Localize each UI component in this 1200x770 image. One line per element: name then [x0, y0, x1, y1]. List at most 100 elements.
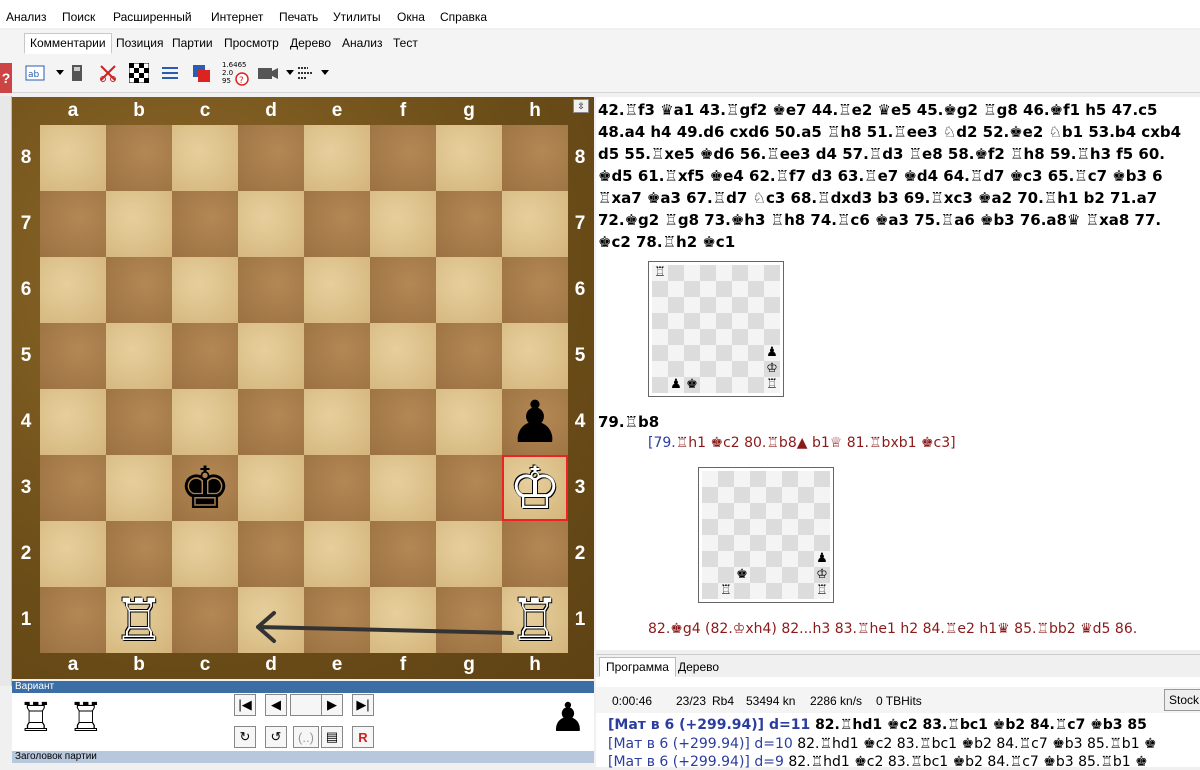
insert-icon[interactable]: (..) — [293, 726, 319, 748]
square-g4[interactable] — [436, 389, 502, 455]
camera-icon[interactable] — [257, 62, 279, 84]
square-d8[interactable] — [238, 125, 304, 191]
square-b5[interactable] — [106, 323, 172, 389]
square-c8[interactable] — [172, 125, 238, 191]
engine-line-2[interactable]: [Мат в 6 (+299.94)] d=10 82.♖hd1 ♚c2 83.… — [608, 736, 1157, 752]
square-d4[interactable] — [238, 389, 304, 455]
tab-view[interactable]: Просмотр — [218, 33, 285, 54]
tab-test[interactable]: Тест — [387, 33, 424, 54]
black-piece-h4[interactable]: ♟ — [502, 389, 568, 455]
menu-utilities[interactable]: Утилиты — [333, 10, 381, 24]
next-move-button[interactable]: ▶ — [321, 694, 343, 716]
square-a1[interactable] — [40, 587, 106, 653]
move-79[interactable]: 79.♖b8 — [598, 413, 659, 431]
square-b8[interactable] — [106, 125, 172, 191]
square-a2[interactable] — [40, 521, 106, 587]
menu-internet[interactable]: Интернет — [211, 10, 263, 24]
notation-line[interactable]: ♚c2 78.♖h2 ♚c1 — [598, 233, 735, 251]
notation-line[interactable]: ♚d5 61.♖xf5 ♚e4 62.♖f7 d3 63.♖e7 ♚d4 64.… — [598, 167, 1163, 185]
eval-icon[interactable]: 1.6465 2.0 95? — [220, 61, 250, 86]
square-e3[interactable] — [304, 455, 370, 521]
notation-line[interactable]: 48.a4 h4 49.d6 cxd6 50.a5 ♖h8 51.♖ee3 ♘d… — [598, 123, 1181, 141]
square-a5[interactable] — [40, 323, 106, 389]
loop-icon[interactable]: ↻ — [234, 726, 256, 748]
square-a7[interactable] — [40, 191, 106, 257]
white-piece-h1[interactable]: ♖ — [502, 587, 568, 653]
square-b2[interactable] — [106, 521, 172, 587]
square-b3[interactable] — [106, 455, 172, 521]
square-c2[interactable] — [172, 521, 238, 587]
board-menu-icon[interactable]: ⇳ — [573, 99, 589, 113]
square-b4[interactable] — [106, 389, 172, 455]
square-f2[interactable] — [370, 521, 436, 587]
color-icon[interactable] — [190, 62, 212, 84]
square-h2[interactable] — [502, 521, 568, 587]
board-icon[interactable] — [128, 62, 150, 84]
prev-move-button[interactable]: ◀ — [265, 694, 287, 716]
square-b6[interactable] — [106, 257, 172, 323]
square-f8[interactable] — [370, 125, 436, 191]
square-f4[interactable] — [370, 389, 436, 455]
menu-print[interactable]: Печать — [279, 10, 318, 24]
dropdown-arrow-icon[interactable] — [314, 62, 336, 84]
notation-panel[interactable]: 42.♖f3 ♛a1 43.♖gf2 ♚e7 44.♖e2 ♛e5 45.♚g2… — [596, 97, 1200, 650]
square-d6[interactable] — [238, 257, 304, 323]
scissors-icon[interactable] — [97, 62, 119, 84]
tab-analysis[interactable]: Анализ — [336, 33, 389, 54]
square-g8[interactable] — [436, 125, 502, 191]
square-g2[interactable] — [436, 521, 502, 587]
square-a4[interactable] — [40, 389, 106, 455]
square-e4[interactable] — [304, 389, 370, 455]
chessboard[interactable]: ♟ ♚ ♔ ♖ ♖ — [40, 125, 568, 653]
engine-line-1[interactable]: [Мат в 6 (+299.94)] d=11 82.♖hd1 ♚c2 83.… — [608, 717, 1147, 733]
square-e6[interactable] — [304, 257, 370, 323]
square-d7[interactable] — [238, 191, 304, 257]
notation-line[interactable]: ♖xa7 ♚a3 67.♖d7 ♘c3 68.♖dxd3 b3 69.♖xc3 … — [598, 189, 1157, 207]
white-piece-h3[interactable]: ♔ — [502, 455, 568, 521]
square-a3[interactable] — [40, 455, 106, 521]
square-g1[interactable] — [436, 587, 502, 653]
tab-position[interactable]: Позиция — [110, 33, 169, 54]
square-e8[interactable] — [304, 125, 370, 191]
square-e2[interactable] — [304, 521, 370, 587]
notation-line[interactable]: 72.♚g2 ♖g8 73.♚h3 ♖h8 74.♖c6 ♚a3 75.♖a6 … — [598, 211, 1161, 229]
square-d3[interactable] — [238, 455, 304, 521]
menu-help[interactable]: Справка — [440, 10, 487, 24]
square-c1[interactable] — [172, 587, 238, 653]
list-icon[interactable] — [159, 62, 181, 84]
white-piece-b1[interactable]: ♖ — [106, 587, 172, 653]
line-82[interactable]: 82.♚g4 (82.♔xh4) 82...h3 83.♖he1 h2 84.♖… — [648, 621, 1137, 637]
square-e1[interactable] — [304, 587, 370, 653]
tab-engine[interactable]: Программа — [599, 657, 676, 677]
square-a8[interactable] — [40, 125, 106, 191]
black-piece-c3[interactable]: ♚ — [172, 455, 238, 521]
calculator-icon[interactable] — [66, 62, 88, 84]
menu-analysis[interactable]: Анализ — [6, 10, 47, 24]
square-d2[interactable] — [238, 521, 304, 587]
square-c5[interactable] — [172, 323, 238, 389]
help-icon[interactable]: ? — [0, 63, 12, 93]
square-c7[interactable] — [172, 191, 238, 257]
square-f3[interactable] — [370, 455, 436, 521]
square-g5[interactable] — [436, 323, 502, 389]
notation-line[interactable]: 42.♖f3 ♛a1 43.♖gf2 ♚e7 44.♖e2 ♛e5 45.♚g2… — [598, 101, 1158, 119]
menu-search[interactable]: Поиск — [62, 10, 95, 24]
engine-line-3[interactable]: [Мат в 6 (+299.94)] d=9 82.♖hd1 ♚c2 83.♖… — [608, 754, 1148, 770]
square-f1[interactable] — [370, 587, 436, 653]
notation-icon[interactable]: ▤ — [321, 726, 343, 748]
square-h7[interactable] — [502, 191, 568, 257]
engine-select-button[interactable]: Stock — [1164, 689, 1200, 711]
square-a6[interactable] — [40, 257, 106, 323]
notation-line[interactable]: d5 55.♖xe5 ♚d6 56.♖ee3 d4 57.♖d3 ♖e8 58.… — [598, 145, 1165, 163]
tab-tree[interactable]: Дерево — [284, 33, 337, 54]
square-g7[interactable] — [436, 191, 502, 257]
square-f6[interactable] — [370, 257, 436, 323]
square-f7[interactable] — [370, 191, 436, 257]
square-c6[interactable] — [172, 257, 238, 323]
square-d5[interactable] — [238, 323, 304, 389]
square-g3[interactable] — [436, 455, 502, 521]
last-move-button[interactable]: ▶| — [352, 694, 374, 716]
square-g6[interactable] — [436, 257, 502, 323]
square-h8[interactable] — [502, 125, 568, 191]
variation-line[interactable]: [79.♖h1 ♚c2 80.♖b8▲ b1♕ 81.♖bxb1 ♚c3] — [648, 435, 956, 451]
